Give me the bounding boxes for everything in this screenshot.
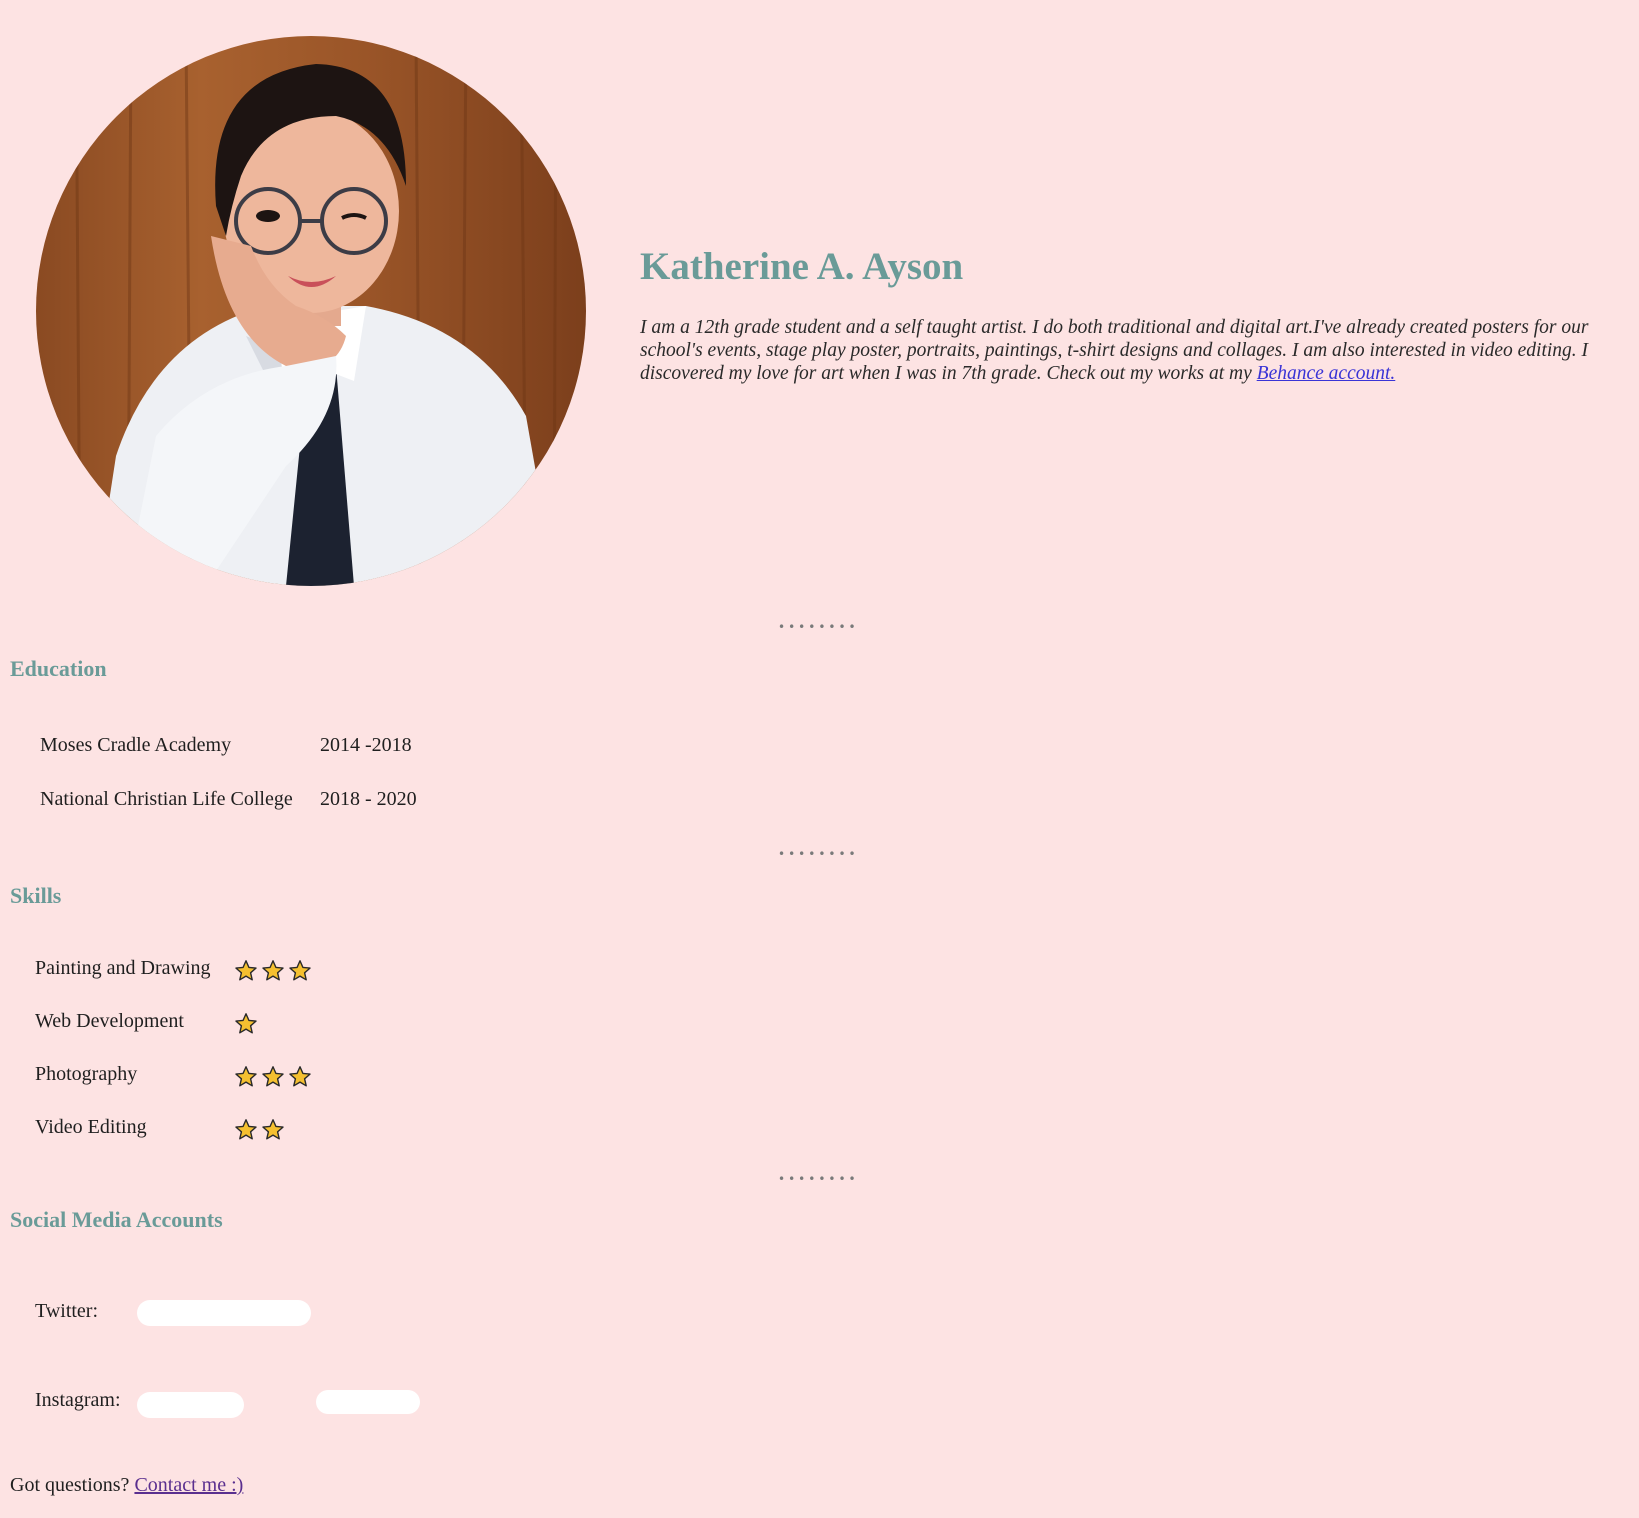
- section-divider: ••••••••: [778, 1172, 859, 1186]
- star-icon: [235, 1013, 257, 1034]
- skill-label: Web Development: [35, 1010, 184, 1032]
- contact-link[interactable]: Contact me :): [134, 1474, 243, 1496]
- instagram-label: Instagram:: [35, 1389, 121, 1411]
- profile-name: Katherine A. Ayson: [640, 245, 964, 288]
- profile-photo: [36, 36, 586, 586]
- skill-label: Photography: [35, 1063, 138, 1085]
- instagram-handle-redacted[interactable]: [137, 1392, 244, 1418]
- twitter-label: Twitter:: [35, 1300, 99, 1322]
- skill-rating: [234, 1118, 285, 1142]
- education-years: 2018 - 2020: [320, 788, 417, 810]
- skill-rating: [234, 1065, 312, 1089]
- education-school: Moses Cradle Academy: [40, 734, 232, 756]
- star-icon: [235, 1119, 257, 1140]
- star-icon: [262, 1066, 284, 1087]
- skill-rating: [234, 1012, 258, 1036]
- portfolio-page: Katherine A. Ayson I am a 12th grade stu…: [0, 0, 1639, 1518]
- section-divider: ••••••••: [778, 847, 859, 861]
- social-heading: Social Media Accounts: [10, 1207, 223, 1232]
- star-icon: [289, 1066, 311, 1087]
- footer: Got questions? Contact me :): [10, 1474, 243, 1497]
- education-heading: Education: [10, 656, 107, 681]
- skill-rating: [234, 959, 312, 983]
- skill-label: Painting and Drawing: [35, 957, 211, 979]
- profile-bio: I am a 12th grade student and a self tau…: [640, 316, 1600, 385]
- skill-label: Video Editing: [35, 1116, 147, 1138]
- education-school: National Christian Life College: [40, 788, 293, 810]
- star-icon: [262, 1119, 284, 1140]
- star-icon: [235, 1066, 257, 1087]
- star-icon: [289, 960, 311, 981]
- skills-heading: Skills: [10, 883, 62, 908]
- education-years: 2014 -2018: [320, 734, 412, 756]
- twitter-handle-redacted[interactable]: [137, 1300, 311, 1326]
- footer-text: Got questions?: [10, 1474, 135, 1496]
- star-icon: [262, 960, 284, 981]
- bio-text: I am a 12th grade student and a self tau…: [640, 317, 1589, 384]
- star-icon: [235, 960, 257, 981]
- section-divider: ••••••••: [778, 620, 859, 634]
- behance-link[interactable]: Behance account.: [1257, 363, 1396, 384]
- instagram-handle-redacted[interactable]: [316, 1390, 420, 1414]
